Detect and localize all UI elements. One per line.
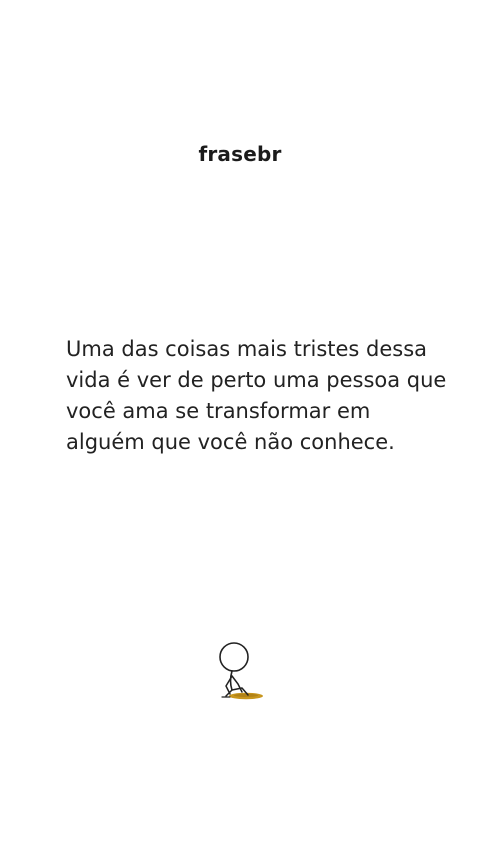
quote-line: você ama se transformar em bbox=[66, 399, 371, 423]
sad-stick-figure-icon bbox=[208, 640, 278, 704]
quote-text: Uma das coisas mais tristes dessa vida é… bbox=[66, 334, 447, 458]
quote-line: vida é ver de perto uma pessoa que bbox=[66, 368, 447, 392]
story-page: frasebr Uma das coisas mais tristes dess… bbox=[0, 0, 480, 854]
quote-line: Uma das coisas mais tristes dessa bbox=[66, 337, 428, 361]
brand-name: frasebr bbox=[198, 142, 282, 166]
quote-line: alguém que você não conhece. bbox=[66, 430, 395, 454]
